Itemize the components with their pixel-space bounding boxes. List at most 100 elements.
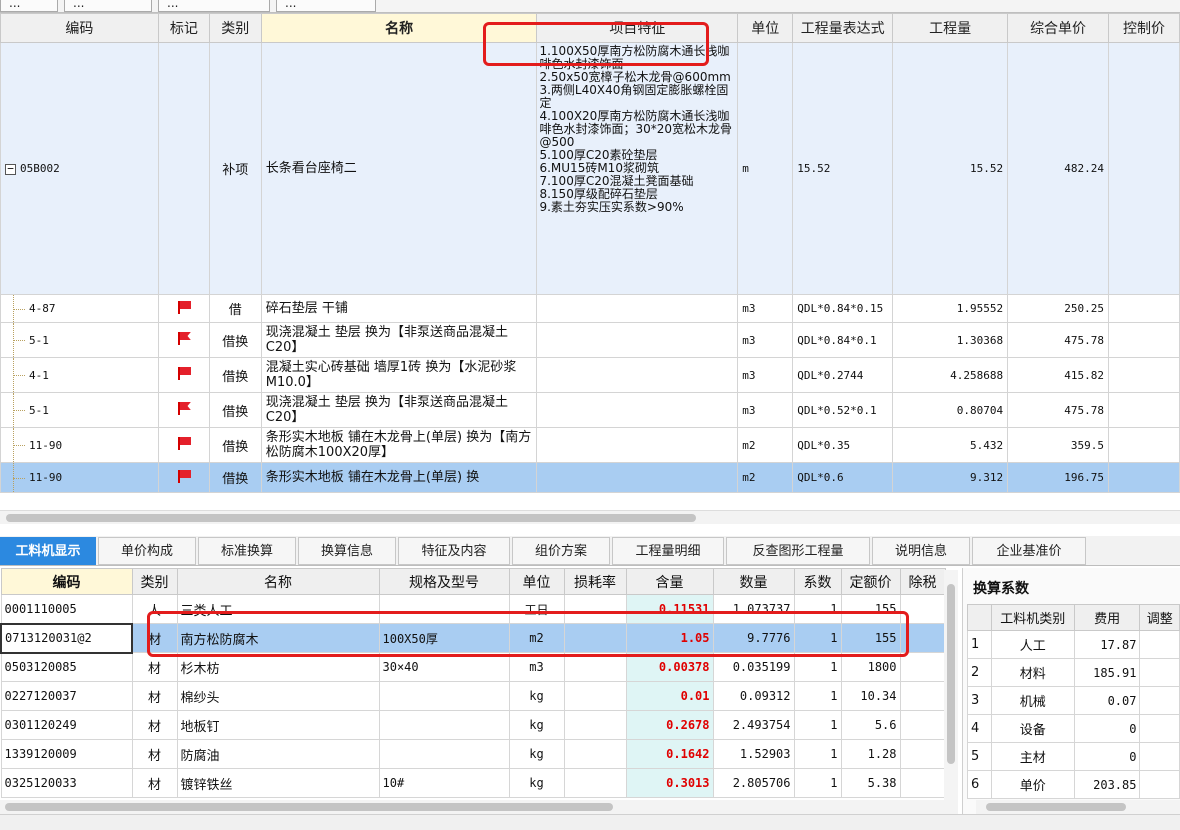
lower-vertical-scrollbar[interactable] [944, 570, 958, 800]
cell-expression[interactable]: 15.52 [792, 42, 894, 295]
cell-code[interactable]: 0001110005 [0, 594, 133, 624]
cell-fixed-price[interactable]: 155 [840, 623, 901, 653]
cell-tax[interactable] [899, 710, 946, 740]
cell-loss-rate[interactable] [563, 768, 627, 798]
cell-code[interactable]: 5-1 [0, 322, 159, 358]
coefficient-row[interactable]: 4 设备 0 [967, 714, 1180, 743]
tab-features-content[interactable]: 特征及内容 [398, 537, 510, 565]
cell-category[interactable]: 材 [131, 681, 178, 711]
cell-spec[interactable]: 30×40 [378, 652, 510, 682]
cell-category[interactable]: 借换 [208, 427, 262, 463]
rheader-cost[interactable]: 费用 [1073, 604, 1141, 631]
cell-code[interactable]: −05B002 [0, 42, 159, 295]
cell-unit[interactable]: kg [508, 739, 565, 769]
cell-expression[interactable]: QDL*0.6 [792, 462, 894, 493]
cell-control-price[interactable] [1108, 392, 1180, 428]
cell-unit[interactable]: m3 [737, 392, 794, 428]
cell-coef[interactable]: 1 [793, 739, 842, 769]
cell-unit-price[interactable]: 196.75 [1007, 462, 1110, 493]
lheader-spec[interactable]: 规格及型号 [378, 568, 510, 595]
cell-category[interactable]: 材 [131, 623, 178, 653]
cell-mark[interactable] [157, 357, 210, 393]
cell-unit-price[interactable]: 482.24 [1007, 42, 1110, 295]
cell-quantity[interactable]: 1.30368 [892, 322, 1009, 358]
cell-expression[interactable]: QDL*0.35 [792, 427, 894, 463]
cell-features[interactable] [536, 294, 739, 323]
cell-name[interactable]: 防腐油 [176, 739, 380, 769]
cell-content[interactable]: 0.3013 [625, 768, 714, 798]
cell-amount[interactable]: 2.805706 [712, 768, 795, 798]
cell-expression[interactable]: QDL*0.2744 [792, 357, 894, 393]
cell-unit[interactable]: m3 [737, 322, 794, 358]
cell-tax[interactable] [899, 652, 946, 682]
tab-standard-conversion[interactable]: 标准换算 [198, 537, 296, 565]
cell-cost[interactable]: 17.87 [1073, 630, 1141, 659]
cell-fixed-price[interactable]: 155 [840, 594, 901, 624]
cell-quantity[interactable]: 9.312 [892, 462, 1009, 493]
table-row[interactable]: 5-1 借换 现浇混凝土 垫层 换为【非泵送商品混凝土 C20】 m3 QDL*0.84… [0, 322, 1180, 358]
resource-row[interactable]: 0001110005 人三类人工 工日 0.11531 1.073737 1 155 [0, 594, 946, 624]
header-mark[interactable]: 标记 [157, 13, 210, 43]
resource-row[interactable]: 0503120085 材杉木枋 30×40 m3 0.00378 0.035199 1 180… [0, 652, 946, 682]
lheader-unit[interactable]: 单位 [508, 568, 565, 595]
table-row[interactable]: 4-1 借换 混凝土实心砖基础 墙厚1砖 换为【水泥砂浆 M10.0】 m3 QDL*0… [0, 357, 1180, 393]
upper-horizontal-scrollbar[interactable] [0, 510, 1180, 524]
cell-adjust[interactable] [1139, 686, 1180, 715]
header-code[interactable]: 编码 [0, 13, 159, 43]
cell-unit[interactable]: kg [508, 681, 565, 711]
coefficient-row[interactable]: 1 人工 17.87 [967, 630, 1180, 659]
tab-price-breakdown[interactable]: 单价构成 [98, 537, 196, 565]
cell-unit[interactable]: m3 [737, 357, 794, 393]
cell-type[interactable]: 主材 [990, 742, 1075, 771]
cell-quantity[interactable]: 1.95552 [892, 294, 1009, 323]
cell-control-price[interactable] [1108, 427, 1180, 463]
cell-features[interactable] [536, 322, 739, 358]
lheader-fixed-price[interactable]: 定额价 [840, 568, 901, 595]
cell-category[interactable]: 借换 [208, 357, 262, 393]
cell-code[interactable]: 0227120037 [0, 681, 133, 711]
cell-code[interactable]: 1339120009 [0, 739, 133, 769]
cell-amount[interactable]: 0.09312 [712, 681, 795, 711]
scroll-thumb[interactable] [5, 803, 613, 811]
header-unit[interactable]: 单位 [737, 13, 794, 43]
cell-content[interactable]: 0.1642 [625, 739, 714, 769]
cell-unit-price[interactable]: 359.5 [1007, 427, 1110, 463]
cell-mark[interactable] [157, 322, 210, 358]
cell-type[interactable]: 设备 [990, 714, 1075, 743]
rheader-type[interactable]: 工料机类别 [990, 604, 1075, 631]
tab-enterprise-price[interactable]: 企业基准价 [972, 537, 1086, 565]
cell-name[interactable]: 地板钉 [176, 710, 380, 740]
cell-mark[interactable] [157, 294, 210, 323]
cell-name[interactable]: 长条看台座椅二 [260, 42, 538, 295]
lheader-amount[interactable]: 数量 [712, 568, 795, 595]
table-row[interactable]: 4-87 借碎石垫层 干铺 m3 QDL*0.84*0.15 1.95552 250.25 [0, 294, 1180, 323]
cell-name[interactable]: 碎石垫层 干铺 [260, 294, 538, 323]
cell-expression[interactable]: QDL*0.84*0.1 [792, 322, 894, 358]
cell-name[interactable]: 现浇混凝土 垫层 换为【非泵送商品混凝土 C20】 [260, 322, 538, 358]
cell-code[interactable]: 4-87 [0, 294, 159, 323]
cell-coef[interactable]: 1 [793, 681, 842, 711]
cell-control-price[interactable] [1108, 462, 1180, 493]
cell-spec[interactable]: 10# [378, 768, 510, 798]
cell-mark[interactable] [157, 42, 210, 295]
cell-name[interactable]: 三类人工 [176, 594, 380, 624]
cell-tax[interactable] [899, 768, 946, 798]
cell-content[interactable]: 1.05 [625, 623, 714, 653]
top-tab-2[interactable]: ... [64, 0, 152, 12]
cell-loss-rate[interactable] [563, 623, 627, 653]
lheader-coef[interactable]: 系数 [793, 568, 842, 595]
resource-row[interactable]: 0301120249 材地板钉 kg 0.2678 2.493754 1 5.6 [0, 710, 946, 740]
cell-adjust[interactable] [1139, 742, 1180, 771]
table-row[interactable]: 5-1 借换 现浇混凝土 垫层 换为【非泵送商品混凝土 C20】 m3 QDL*0.52… [0, 392, 1180, 428]
table-row[interactable]: 11-90 借换 条形实木地板 铺在木龙骨上(单层) 换为【南方松防腐木100X20… [0, 427, 1180, 463]
cell-code[interactable]: 11-90 [0, 427, 159, 463]
tab-conversion-info[interactable]: 换算信息 [298, 537, 396, 565]
lheader-loss-rate[interactable]: 损耗率 [563, 568, 627, 595]
top-tab-1[interactable]: ... [0, 0, 58, 12]
cell-cost[interactable]: 0 [1073, 714, 1141, 743]
coefficient-row[interactable]: 2 材料 185.91 [967, 658, 1180, 687]
lheader-tax[interactable]: 除税 [899, 568, 946, 595]
cell-unit-price[interactable]: 475.78 [1007, 322, 1110, 358]
resource-row[interactable]: 0325120033 材镀锌铁丝 10# kg 0.3013 2.805706 1 5.38 [0, 768, 946, 798]
cell-cost[interactable]: 0.07 [1073, 686, 1141, 715]
